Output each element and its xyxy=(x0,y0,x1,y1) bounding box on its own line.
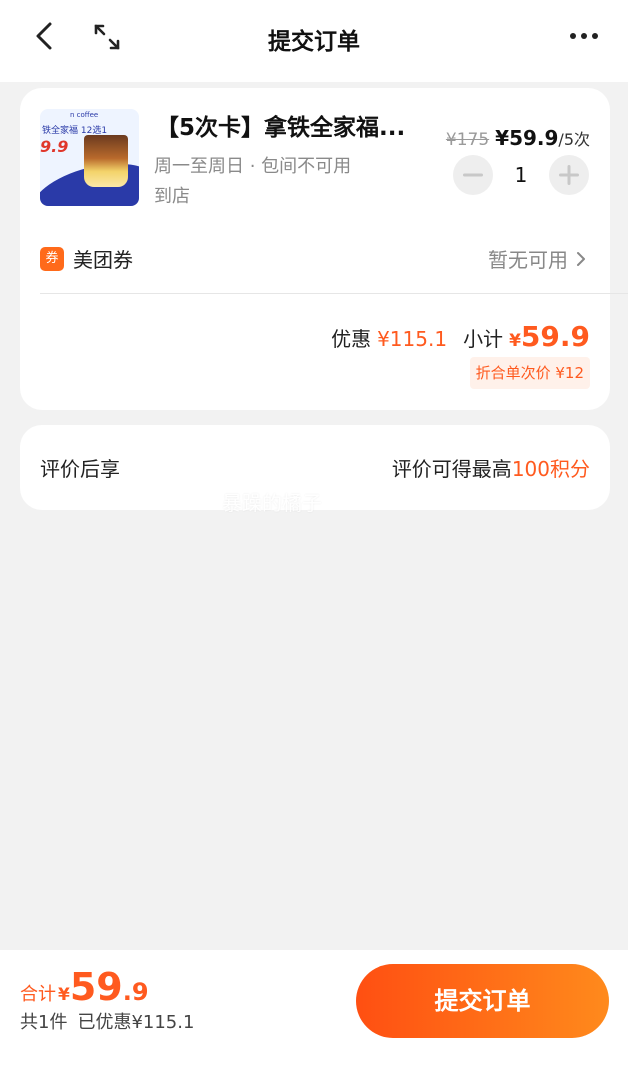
minus-icon xyxy=(463,173,483,177)
coupon-row[interactable]: 券 美团券 暂无可用 xyxy=(40,244,590,274)
increase-quantity-button[interactable] xyxy=(549,155,589,195)
review-reward-text: 评价可得最高 xyxy=(391,457,512,481)
product-title: 【5次卡】拿铁全家福... xyxy=(156,115,406,141)
thumbnail-caption: 铁全家福 12选1 xyxy=(42,126,108,136)
subtotal-label: 小计 xyxy=(463,327,504,351)
total-integer: 59 xyxy=(69,965,123,1009)
total-currency: ¥ xyxy=(58,985,70,1005)
subtotal-currency: ¥ xyxy=(509,331,521,351)
more-button[interactable] xyxy=(566,24,602,48)
order-count-summary: 共1件 已优惠¥115.1 xyxy=(20,1008,204,1034)
thumbnail-brand-text: n coffee xyxy=(70,111,99,119)
watermark: 暴躁的橘子 xyxy=(222,491,322,515)
subtotal-value: 59.9 xyxy=(520,320,590,353)
page-title: 提交订单 xyxy=(268,29,360,55)
original-price: ¥175 xyxy=(445,130,490,150)
top-navigation-bar: 提交订单 xyxy=(0,0,628,82)
current-price: ¥59.9 xyxy=(495,126,559,150)
product-price: ¥175 ¥59.9 /5次 xyxy=(446,126,590,150)
decrease-quantity-button[interactable] xyxy=(453,155,493,195)
quantity-stepper: 1 xyxy=(453,155,589,195)
product-thumbnail[interactable]: n coffee 铁全家福 12选1 9.9 xyxy=(40,109,139,206)
discount-label: 优惠 xyxy=(331,327,372,351)
order-total: 合计 ¥ 59 .9 xyxy=(20,965,149,1009)
per-use-price-badge: 折合单次价 ¥12 xyxy=(469,357,590,389)
product-usage-note: 周一至周日 · 包间不可用 xyxy=(154,156,352,177)
total-label: 合计 xyxy=(20,984,56,1005)
order-item-card: n coffee 铁全家福 12选1 9.9 【5次卡】拿铁全家福... 周一至… xyxy=(20,88,628,410)
price-unit: /5次 xyxy=(558,130,590,149)
review-reward-info: 评价可得最高100积分 xyxy=(392,453,590,482)
product-usage-mode: 到店 xyxy=(154,186,190,207)
quantity-value: 1 xyxy=(514,163,528,187)
thumbnail-price: 9.9 xyxy=(40,137,69,156)
review-reward-label: 评价后享 xyxy=(40,457,120,481)
submit-order-button[interactable]: 提交订单 xyxy=(356,964,609,1038)
divider xyxy=(40,293,628,294)
checkout-bar: 合计 ¥ 59 .9 共1件 已优惠¥115.1 提交订单 xyxy=(0,950,628,1067)
discount-value: ¥115.1 xyxy=(377,327,448,351)
review-reward-points: 100积分 xyxy=(511,457,590,481)
plus-icon xyxy=(559,165,579,185)
coffee-cup-image xyxy=(84,135,128,187)
coupon-label: 美团券 xyxy=(73,248,133,272)
price-summary: 优惠 ¥115.1 小计 ¥ 59.9 xyxy=(331,320,590,353)
coupon-icon: 券 xyxy=(40,247,64,271)
item-count: 共1件 xyxy=(20,1012,68,1033)
chevron-right-icon xyxy=(576,249,590,269)
coupon-value: 暂无可用 xyxy=(488,248,568,272)
more-dots-icon xyxy=(570,33,598,39)
total-decimal: .9 xyxy=(122,978,149,1006)
saved-amount: 已优惠¥115.1 xyxy=(77,1012,195,1033)
